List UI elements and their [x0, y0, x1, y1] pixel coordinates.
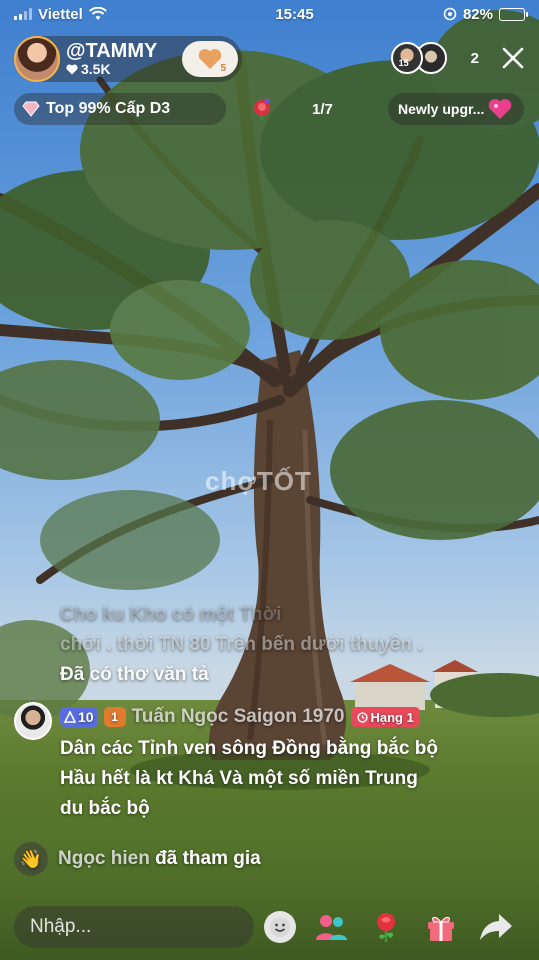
- comment-input[interactable]: Nhập...: [14, 906, 254, 948]
- viewer-count[interactable]: 2: [471, 50, 479, 67]
- share-arrow-icon: [480, 914, 512, 940]
- rose-icon: [254, 98, 270, 121]
- host-name: @TAMMY: [66, 40, 158, 63]
- heart-icon: [198, 49, 222, 69]
- join-action: đã tham gia: [155, 848, 261, 869]
- rose-gift-button[interactable]: [366, 907, 406, 947]
- chat-comment[interactable]: 10 1 Tuấn Ngọc Saigon 1970 Hạng 1 Dân cá…: [14, 702, 525, 824]
- faded-chat-line: Cho ku Kho có một Thời: [60, 604, 282, 625]
- bottom-action-bar: Nhập...: [14, 906, 525, 948]
- battery-icon: [499, 7, 528, 21]
- commenter-avatar[interactable]: [14, 702, 52, 740]
- wave-hand-icon[interactable]: 👋: [14, 842, 48, 876]
- carrier-group: Viettel: [14, 6, 184, 23]
- comment-input-placeholder: Nhập...: [30, 916, 92, 937]
- newly-upgraded-pill[interactable]: Newly upgr...: [388, 93, 524, 125]
- faded-chat-line: Đã có thơ văn tả: [60, 664, 209, 685]
- follow-button[interactable]: 5: [182, 41, 238, 77]
- battery-group: 82%: [375, 5, 528, 23]
- comment-line: Hầu hết là kt Khá Và một số miền Trung: [60, 768, 418, 789]
- viewer-avatar[interactable]: 15: [390, 42, 423, 74]
- share-button[interactable]: [476, 907, 516, 947]
- signal-icon: [14, 8, 32, 20]
- heart-badge-icon: [489, 99, 512, 119]
- ranking-label: Top 99% Cấp D3: [46, 100, 171, 117]
- rank-badge: Hạng 1: [350, 707, 420, 727]
- host-likes-count: 3.5K: [81, 61, 111, 78]
- comment-header: 10 1 Tuấn Ngọc Saigon 1970 Hạng 1: [14, 702, 525, 732]
- fan-badge: 1: [103, 707, 126, 727]
- comment-line: du bắc bộ: [60, 798, 150, 819]
- host-profile-pill[interactable]: @TAMMY 3.5K 5: [14, 36, 242, 82]
- host-info: @TAMMY 3.5K: [66, 40, 182, 77]
- join-notification: 👋 Ngọc hien đã tham gia: [14, 842, 525, 876]
- level-badge: 10: [60, 707, 98, 727]
- location-icon: [443, 7, 457, 21]
- emoji-button[interactable]: [264, 911, 296, 943]
- faded-chat-line: chới . thời TN 80 Trên bến dưới thuyền .: [60, 634, 423, 655]
- battery-percent: 82%: [462, 5, 493, 23]
- multi-guest-button[interactable]: [311, 907, 351, 947]
- people-icon: [316, 915, 347, 940]
- chotot-watermark: chợTỐT: [205, 466, 312, 496]
- diamond-icon: [22, 101, 40, 117]
- gift-progress-text: 1/7: [312, 100, 333, 118]
- gift-progress[interactable]: 1/7: [250, 93, 378, 125]
- rank-badge-label: Hạng 1: [370, 709, 414, 725]
- comment-line: Dân các Tỉnh ven sông Đồng bằng bắc bộ: [60, 738, 438, 759]
- faded-chat-message: Cho ku Kho có một Thời chới . thời TN 80…: [14, 600, 525, 690]
- top-viewers[interactable]: 15 2: [390, 42, 479, 74]
- clock-icon: [356, 711, 368, 723]
- level-badge-value: 10: [78, 709, 94, 725]
- status-bar: Viettel 15:45 82%: [0, 0, 539, 28]
- wifi-icon: [88, 7, 107, 20]
- rose-icon: [377, 913, 395, 942]
- heart-icon: [66, 65, 78, 75]
- clock: 15:45: [275, 5, 314, 23]
- host-likes: 3.5K: [66, 61, 182, 78]
- gift-box-icon: [428, 916, 454, 941]
- follow-count: 5: [220, 63, 226, 74]
- host-avatar[interactable]: [14, 36, 60, 82]
- joined-user-name: Ngọc hien: [58, 848, 150, 869]
- ranking-pill[interactable]: Top 99% Cấp D3: [14, 93, 226, 125]
- newly-upgraded-label: Newly upgr...: [398, 101, 485, 117]
- triangle-icon: [64, 711, 76, 723]
- commenter-name[interactable]: Tuấn Ngọc Saigon 1970: [132, 706, 345, 728]
- join-text: Ngọc hien đã tham gia: [58, 848, 261, 870]
- viewer-level-badge: 15: [398, 58, 409, 68]
- smiley-icon: [270, 917, 290, 937]
- close-icon[interactable]: [501, 46, 525, 70]
- comment-text: Dân các Tỉnh ven sông Đồng bằng bắc bộ H…: [14, 734, 525, 824]
- gift-button[interactable]: [421, 907, 461, 947]
- carrier-name: Viettel: [38, 5, 83, 23]
